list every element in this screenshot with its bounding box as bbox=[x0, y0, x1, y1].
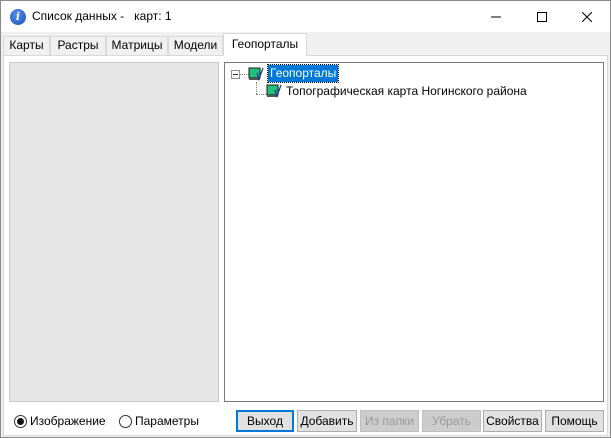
tab-maps[interactable]: Карты bbox=[3, 36, 50, 55]
tree-node-label: Геопорталы bbox=[266, 64, 340, 83]
tree-node-label: Топографическая карта Ногинского района bbox=[286, 84, 527, 98]
exit-button[interactable]: Выход bbox=[236, 410, 294, 432]
remove-button[interactable]: Убрать bbox=[422, 410, 481, 432]
tab-geoportals[interactable]: Геопорталы bbox=[223, 33, 307, 56]
radio-checked-icon[interactable] bbox=[14, 414, 27, 428]
close-button[interactable] bbox=[564, 1, 610, 32]
map-layer-icon bbox=[248, 67, 264, 81]
minimize-button[interactable] bbox=[473, 1, 519, 32]
geoportals-tab-page: Геопорталы Топографическая карта Ногинск… bbox=[3, 55, 608, 436]
radio-label: Изображение bbox=[30, 414, 106, 428]
close-icon bbox=[582, 11, 592, 22]
minimize-icon bbox=[491, 16, 501, 17]
tab-models[interactable]: Модели bbox=[168, 36, 223, 55]
radio-parameters[interactable]: Параметры bbox=[119, 413, 199, 429]
image-preview-panel bbox=[9, 62, 219, 402]
tree-connector-vertical bbox=[256, 82, 257, 94]
tab-strip: Карты Растры Матрицы Модели Геопорталы bbox=[1, 33, 610, 56]
tab-matrices[interactable]: Матрицы bbox=[106, 36, 168, 55]
maximize-icon bbox=[537, 11, 547, 22]
radio-image[interactable]: Изображение bbox=[14, 413, 106, 429]
info-icon: i bbox=[10, 9, 26, 25]
collapse-toggle[interactable] bbox=[231, 70, 240, 79]
add-button[interactable]: Добавить bbox=[297, 410, 357, 432]
from-folder-button[interactable]: Из папки bbox=[360, 410, 419, 432]
help-button[interactable]: Помощь bbox=[545, 410, 604, 432]
radio-label: Параметры bbox=[135, 414, 199, 428]
data-list-window: i Список данных - карт: 1 Карты Растры М… bbox=[0, 0, 611, 438]
maximize-button[interactable] bbox=[519, 1, 565, 32]
map-layer-icon bbox=[266, 84, 282, 98]
properties-button[interactable]: Свойства bbox=[483, 410, 542, 432]
radio-unchecked-icon[interactable] bbox=[119, 414, 132, 428]
window-title: Список данных - карт: 1 bbox=[32, 9, 172, 23]
tab-rasters[interactable]: Растры bbox=[50, 36, 106, 55]
data-tree[interactable]: Геопорталы Топографическая карта Ногинск… bbox=[224, 62, 604, 402]
title-bar[interactable]: i Список данных - карт: 1 bbox=[1, 1, 610, 32]
